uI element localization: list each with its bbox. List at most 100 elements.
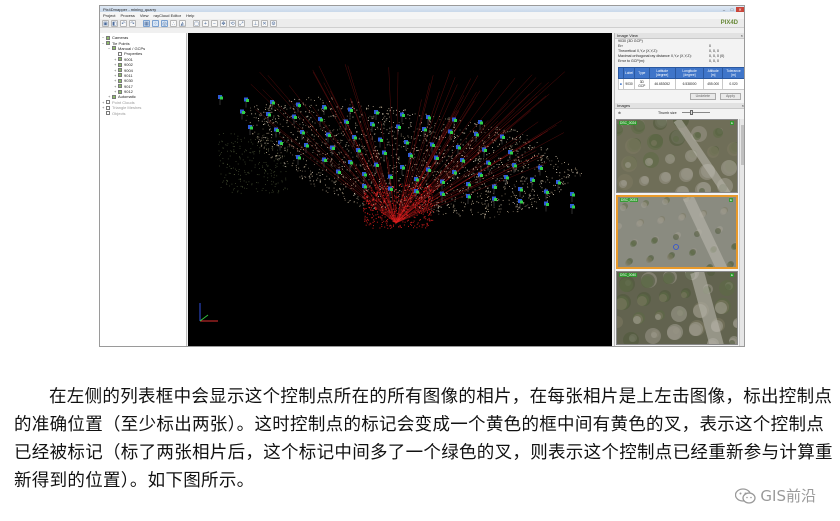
menu-view[interactable]: View	[140, 13, 149, 18]
apply-button[interactable]: Apply	[720, 93, 741, 100]
thumbnail-tag: ▸	[730, 273, 734, 277]
zoom-out-icon[interactable]: −	[211, 19, 218, 27]
layer-item[interactable]: Objects	[102, 110, 186, 116]
close-icon[interactable]: ×	[741, 33, 743, 38]
image-thumbnail[interactable]: DSC_0040 ▸	[616, 271, 738, 345]
layer-checkbox[interactable]	[118, 73, 122, 78]
points-icon[interactable]: ∴	[170, 19, 177, 27]
layer-label: 9002	[124, 62, 133, 68]
layer-checkbox[interactable]	[112, 94, 116, 99]
window-controls: – □ ✕	[720, 6, 744, 12]
close-button[interactable]: ✕	[736, 6, 744, 12]
thumb-size-slider[interactable]	[681, 110, 710, 115]
aerial-photo[interactable]	[617, 272, 738, 345]
menu-project[interactable]: Project	[103, 13, 115, 18]
thumbnail-label: DSC_0040	[619, 273, 638, 277]
image-thumbnail[interactable]: DSC_0031 ▸	[616, 195, 738, 269]
layer-label: Manual / GCPs	[118, 45, 146, 51]
tiepoints-icon[interactable]: ⁘	[152, 19, 159, 27]
layer-checkbox[interactable]	[106, 35, 110, 40]
aerial-photo[interactable]	[618, 197, 738, 269]
layer-label: Tie Points	[112, 40, 130, 46]
delete-icon[interactable]: ✕	[261, 19, 268, 27]
layer-label: 9011	[124, 72, 133, 78]
menu-raycloud-editor[interactable]: rayCloud Editor	[154, 13, 182, 18]
rotate-icon[interactable]: ⟲	[229, 19, 236, 27]
layer-checkbox[interactable]	[118, 84, 122, 89]
layer-checkbox[interactable]	[106, 105, 110, 110]
zoom-icon[interactable]: ⊕	[618, 111, 621, 115]
select-icon[interactable]: ▢	[193, 19, 200, 27]
layer-checkbox[interactable]	[118, 89, 122, 94]
wechat-icon	[735, 487, 757, 504]
pix4d-logo: PIX4D	[720, 20, 738, 26]
gcp-buttons: Undelete Apply	[615, 93, 741, 100]
minimize-button[interactable]: –	[720, 7, 728, 12]
close-icon[interactable]: ×	[742, 103, 744, 108]
layer-checkbox[interactable]	[118, 51, 122, 56]
layer-label: 9001	[124, 56, 133, 62]
layer-label: Triangle Meshes	[112, 105, 142, 111]
image-thumbnails: DSC_0024 ▸ DSC_0031 ▸ DSC_0040 ▸	[615, 119, 739, 346]
wechat-watermark: GIS前沿	[735, 485, 816, 506]
fit-icon[interactable]: ⤢	[238, 19, 245, 27]
images-panel: Images × ⊕ Thumb size	[615, 103, 744, 116]
point-cloud-canvas[interactable]	[188, 33, 612, 347]
thumbnail-label: DSC_0024	[619, 121, 638, 125]
layer-checkbox[interactable]	[118, 57, 122, 62]
layer-label: 9017	[124, 83, 133, 89]
gcp-rays	[250, 64, 565, 229]
layer-checkbox[interactable]	[112, 46, 116, 51]
article-paragraph: 在左侧的列表框中会显示这个控制点所在的所有图像的相片，在每张相片是上左击图像，标…	[14, 387, 833, 491]
menu-help[interactable]: Help	[186, 13, 194, 18]
layer-checkbox[interactable]	[106, 111, 110, 116]
settings-icon[interactable]: ⚙	[270, 19, 277, 27]
layer-checkbox[interactable]	[118, 78, 122, 83]
mesh-icon[interactable]: ◭	[179, 19, 186, 27]
thumbs-scrollbar[interactable]	[739, 119, 744, 346]
zoom-in-icon[interactable]: +	[202, 19, 209, 27]
pan-icon[interactable]: ✥	[220, 19, 227, 27]
image-thumbnail[interactable]: DSC_0024 ▸	[616, 119, 738, 193]
raycloud-3d-view[interactable]	[188, 33, 612, 347]
gcp-icon[interactable]: ◎	[161, 19, 168, 27]
layer-label: Automatic	[118, 94, 136, 100]
window-title: Pix4Dmapper - mining_quarry	[103, 6, 157, 12]
thumb-size-row: ⊕ Thumb size	[615, 109, 744, 116]
layer-checkbox[interactable]	[118, 68, 122, 73]
layers-panel: − Cameras − Tie Points − Manual / GCPs Propert…	[100, 33, 187, 346]
layer-label: Point Clouds	[112, 99, 135, 105]
layer-checkbox[interactable]	[118, 62, 122, 67]
kv-row: Error to GCP(m): 0, 0, 0	[618, 59, 719, 63]
layer-checkbox[interactable]	[106, 41, 110, 46]
layer-label: 9030	[124, 78, 133, 84]
scrollbar-thumb[interactable]	[741, 125, 744, 165]
properties-panel: Image View × 9030 (3D GCP) Err 0 Theoreti…	[614, 33, 744, 346]
thumbnail-label: DSC_0031	[620, 198, 639, 202]
measure-icon[interactable]: ⊥	[252, 19, 259, 27]
maximize-button[interactable]: □	[728, 7, 736, 12]
gcp-table-row[interactable]: ■ 9030 3D GCP 46.653052 6.538000 455.000…	[618, 78, 744, 90]
menu-process[interactable]: Process	[120, 13, 134, 18]
toolbar: ▣ ◧ ↶ ↷ ▦ ⁘ ◎ ∴ ◭ ▢ + − ✥ ⟲ ⤢ ⊥ ✕ ⚙	[100, 19, 744, 28]
pix4d-window: Pix4Dmapper - mining_quarry – □ ✕ Projec…	[99, 5, 745, 347]
save-icon[interactable]: ◧	[111, 19, 118, 27]
layer-checkbox[interactable]	[106, 100, 110, 105]
layer-label: Cameras	[112, 35, 129, 41]
layer-label: Properties	[124, 51, 143, 57]
open-icon[interactable]: ▣	[102, 19, 109, 27]
undo-icon[interactable]: ↶	[120, 19, 127, 27]
redo-icon[interactable]: ↷	[129, 19, 136, 27]
layer-label: 9012	[124, 89, 133, 95]
gcp-table-header: Label Type Latitude [degree] Longitude […	[618, 67, 744, 79]
thumbnail-tag: ▸	[729, 198, 733, 202]
gcp-table: Label Type Latitude [degree] Longitude […	[618, 67, 744, 90]
slider-knob[interactable]	[689, 110, 693, 115]
thumbnail-tag: ▸	[730, 121, 734, 125]
undelete-button[interactable]: Undelete	[689, 93, 716, 100]
cameras-icon[interactable]: ▦	[143, 19, 150, 27]
axis-gizmo	[199, 303, 218, 322]
layer-label: Objects	[112, 110, 126, 116]
aerial-photo[interactable]	[617, 120, 738, 193]
menu-bar: Project Process View rayCloud Editor Hel…	[100, 12, 744, 19]
